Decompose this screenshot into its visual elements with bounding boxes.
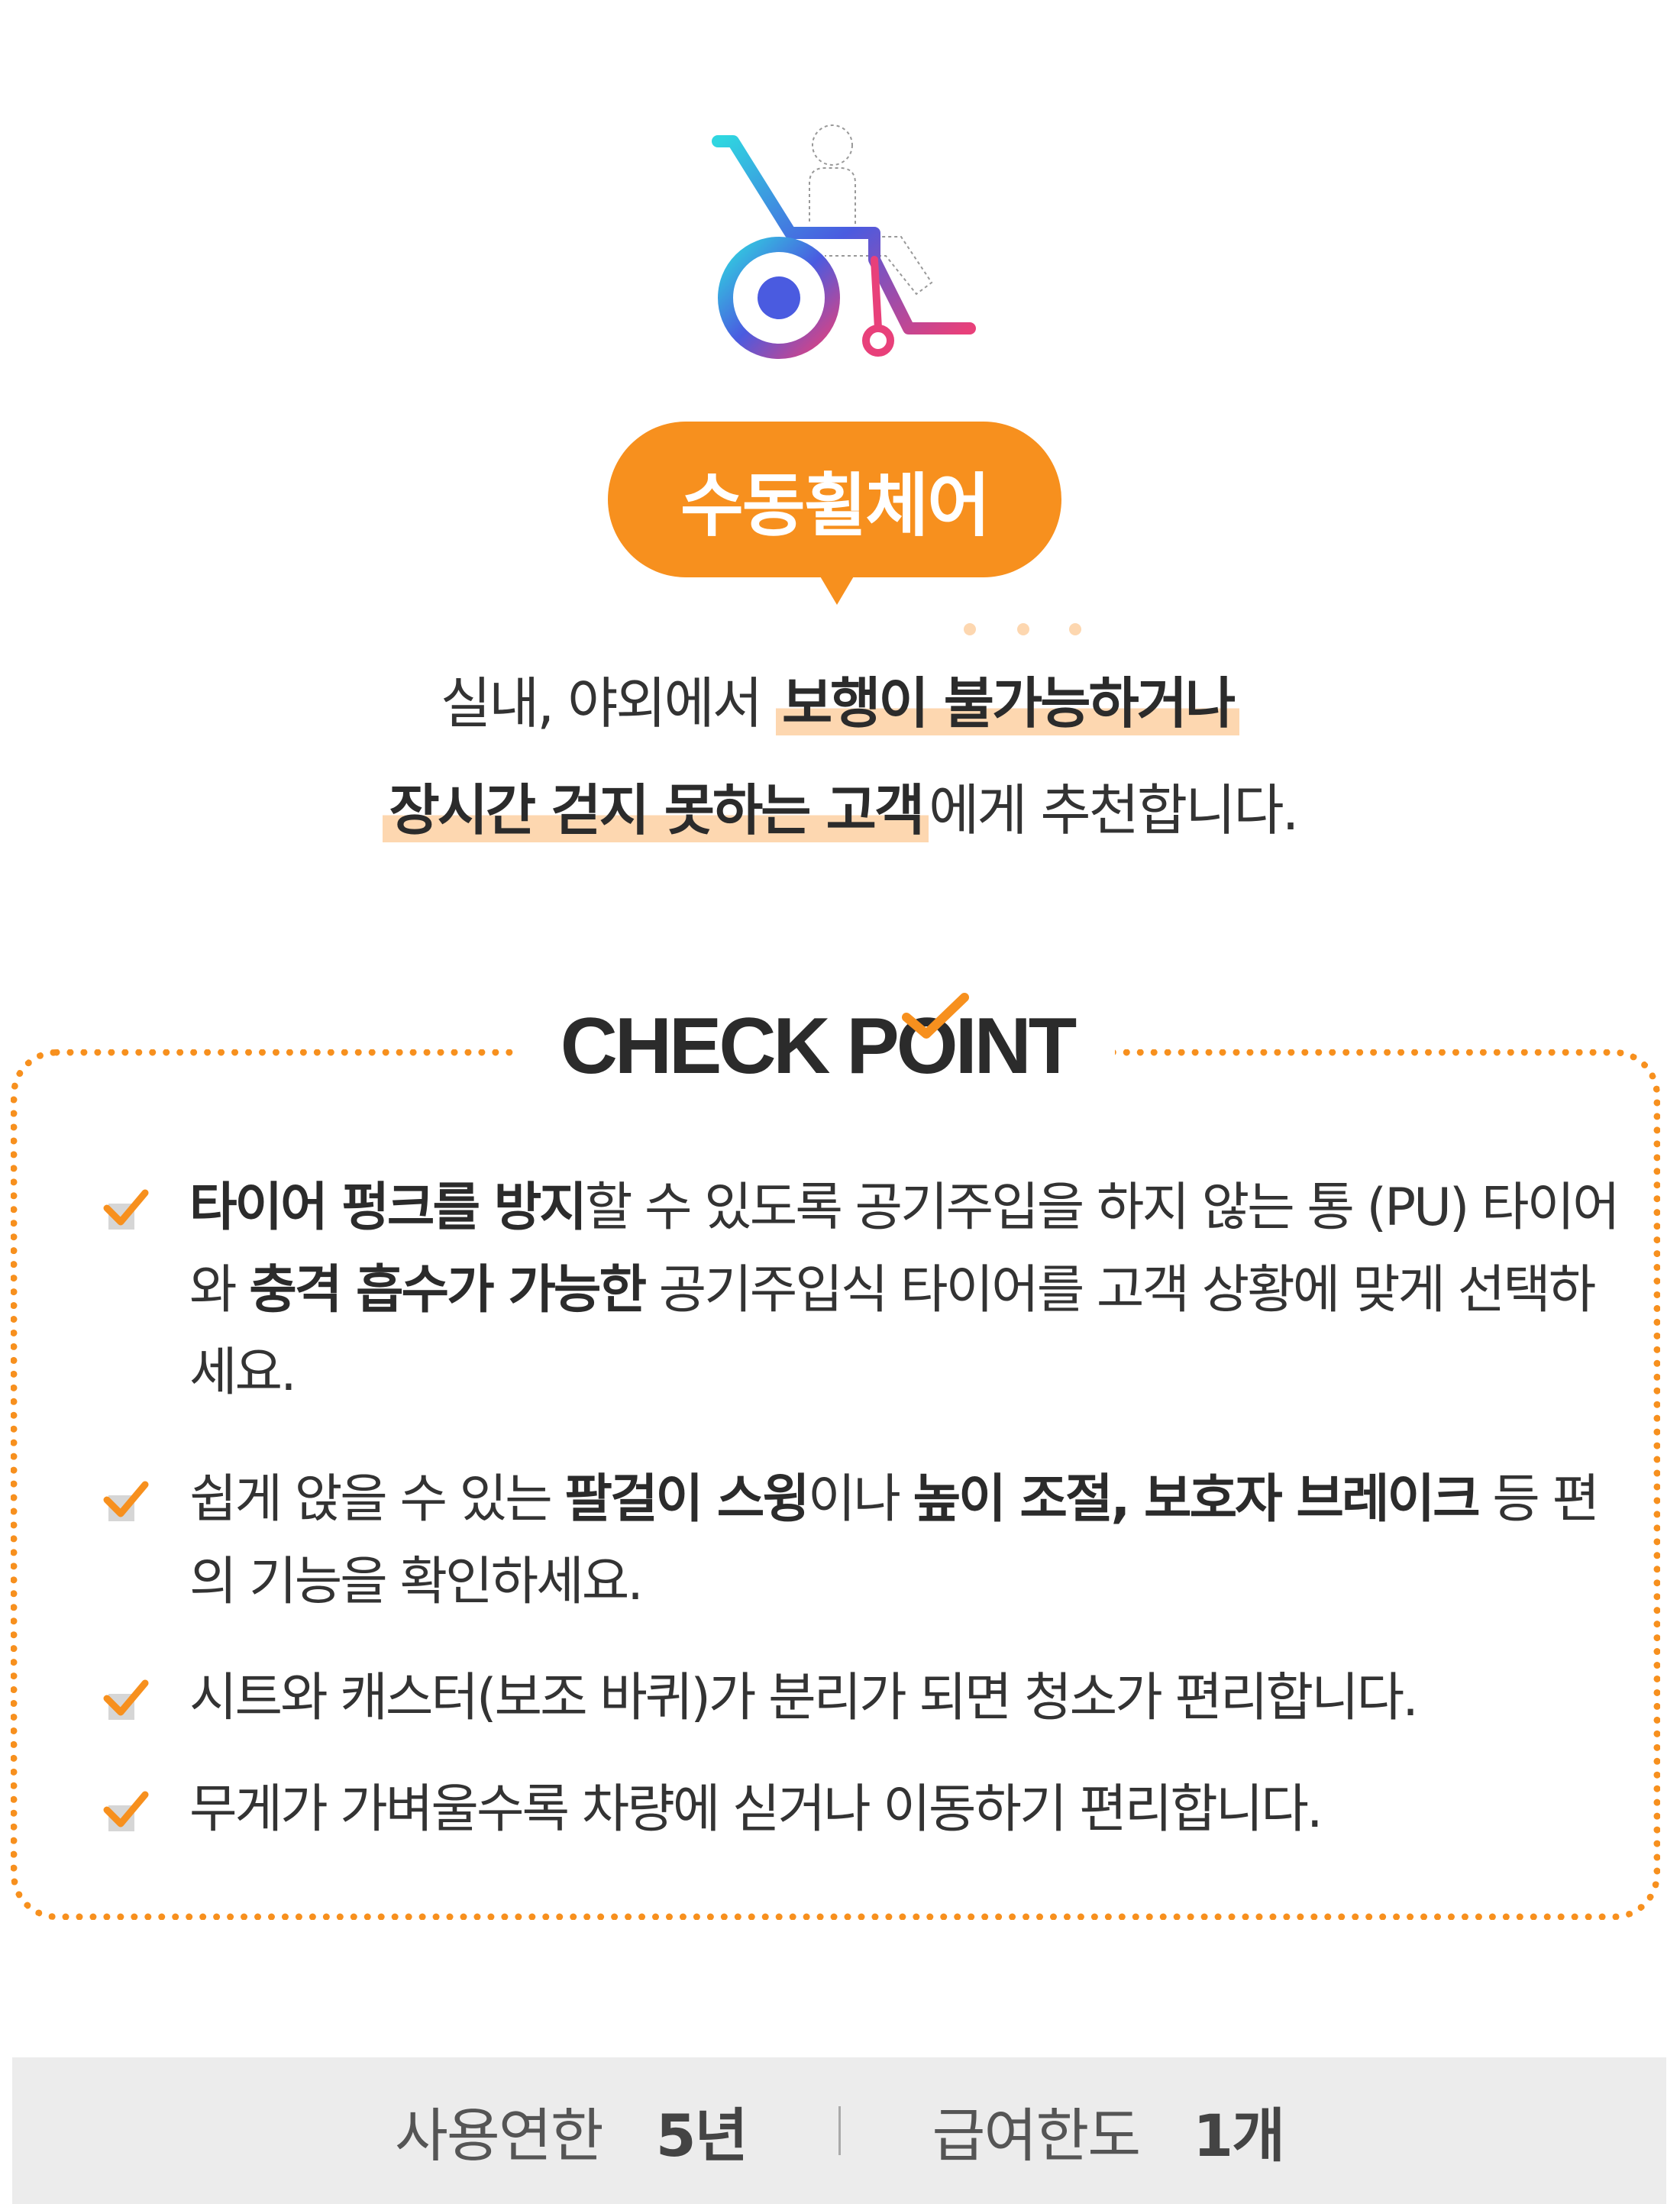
emphasis-text: 높이 조절, 보호자 브레이크 — [913, 1469, 1481, 1530]
accent-dot — [1017, 623, 1029, 635]
wheelchair-icon — [712, 124, 976, 359]
category-label: 수동휠체어 — [680, 466, 990, 546]
info-footer: 사용연한 5년 급여한도 1개 — [12, 2057, 1666, 2204]
body-text: 이나 — [807, 1469, 913, 1530]
checkpoint-item-text: 타이어 펑크를 방지할 수 있도록 공기주입을 하지 않는 통 (PU) 타이어… — [189, 1167, 1625, 1414]
accent-dot — [964, 623, 976, 635]
checkpoint-title-wrap: CHECK POINT — [519, 1002, 1115, 1091]
benefit-limit-value: 1개 — [1193, 2102, 1285, 2170]
footer-divider — [838, 2106, 841, 2155]
checkpoint-item-text: 무게가 가벼울수록 차량에 싣거나 이동하기 편리합니다. — [189, 1769, 1625, 1851]
body-text: 쉽게 앉을 수 있는 — [189, 1469, 565, 1530]
checkpoint-item-text: 시트와 캐스터(보조 바퀴)가 분리가 되면 청소가 편리합니다. — [189, 1657, 1625, 1740]
usage-period-value: 5년 — [655, 2102, 748, 2170]
accent-dot — [1069, 623, 1081, 635]
intro-line-2: 장시간 걷지 못하는 고객 에게 추천합니다. — [0, 765, 1680, 845]
check-icon — [103, 1189, 149, 1230]
intro-highlight-2: 장시간 걷지 못하는 고객 — [383, 778, 929, 842]
category-bubble: 수동휠체어 — [608, 422, 1061, 577]
intro-highlight-1: 보행이 불가능하거나 — [775, 671, 1240, 735]
intro-plain-2: 에게 추천합니다. — [929, 778, 1299, 842]
checkpoint-title: CHECK POINT — [560, 1001, 1077, 1091]
emphasis-text: 타이어 펑크를 방지 — [189, 1178, 587, 1238]
intro-plain-1: 실내, 야외에서 — [440, 671, 776, 735]
checkpoint-item: 무게가 가벼울수록 차량에 싣거나 이동하기 편리합니다. — [99, 1769, 1611, 1851]
checkpoint-item: 쉽게 앉을 수 있는 팔걸이 스윙이나 높이 조절, 보호자 브레이크 등 편의… — [99, 1459, 1611, 1624]
benefit-limit-label: 급여한도 — [932, 2102, 1142, 2170]
check-icon — [103, 1679, 149, 1720]
checkpoint-item-text: 쉽게 앉을 수 있는 팔걸이 스윙이나 높이 조절, 보호자 브레이크 등 편의… — [189, 1459, 1625, 1624]
title-check-icon — [902, 993, 969, 1039]
bubble-tail — [817, 571, 857, 605]
usage-period-label: 사용연한 — [395, 2102, 604, 2170]
intro-line-1: 실내, 야외에서 보행이 불가능하거나 — [0, 658, 1680, 738]
check-icon — [103, 1481, 149, 1521]
checkpoint-item: 시트와 캐스터(보조 바퀴)가 분리가 되면 청소가 편리합니다. — [99, 1657, 1611, 1740]
body-text: 시트와 캐스터(보조 바퀴)가 분리가 되면 청소가 편리합니다. — [189, 1668, 1419, 1728]
checkpoint-item: 타이어 펑크를 방지할 수 있도록 공기주입을 하지 않는 통 (PU) 타이어… — [99, 1167, 1620, 1414]
check-icon — [103, 1791, 149, 1831]
body-text: 무게가 가벼울수록 차량에 싣거나 이동하기 편리합니다. — [189, 1779, 1323, 1840]
emphasis-text: 충격 흡수가 가능한 — [249, 1260, 647, 1320]
emphasis-text: 팔걸이 스윙 — [564, 1469, 809, 1530]
